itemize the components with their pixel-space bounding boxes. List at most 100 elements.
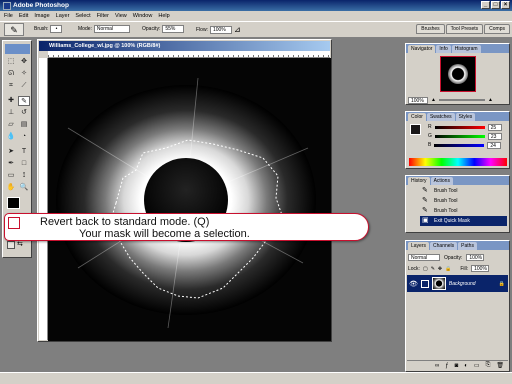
new-group-icon[interactable]: ▭ [474, 362, 480, 369]
layer-lock-icon: 🔒 [498, 280, 505, 287]
gradient-tool-icon[interactable]: ▤ [18, 120, 30, 130]
eraser-tool-icon[interactable]: ▱ [5, 120, 17, 130]
lasso-tool-icon[interactable]: ᘏ [5, 69, 17, 79]
move-tool-icon[interactable]: ✥ [18, 57, 30, 67]
menu-layer[interactable]: Layer [56, 13, 70, 19]
tab-brushes[interactable]: Brushes [416, 24, 445, 34]
color-b-label: B [428, 142, 432, 148]
lock-all-icon[interactable]: 🔒 [445, 266, 451, 272]
lock-image-icon[interactable]: ✎ [431, 266, 435, 272]
lock-transparency-icon[interactable]: ▢ [423, 266, 428, 272]
blue-value-field[interactable]: 24 [487, 142, 502, 149]
healing-brush-tool-icon[interactable]: ✚ [5, 96, 17, 106]
opacity-field[interactable]: 55% [162, 25, 185, 33]
menu-window[interactable]: Window [133, 13, 153, 19]
menu-select[interactable]: Select [75, 13, 90, 19]
hand-tool-icon[interactable]: ✋ [5, 183, 17, 193]
maximize-button[interactable]: □ [491, 1, 500, 9]
airbrush-icon[interactable]: ⊿ [234, 25, 241, 34]
layer-mask-icon[interactable]: ◙ [455, 363, 459, 369]
menu-help[interactable]: Help [158, 13, 169, 19]
tab-channels[interactable]: Channels [430, 242, 458, 250]
marquee-tool-icon[interactable]: ⬚ [5, 57, 17, 67]
dodge-tool-icon[interactable]: ◔ [18, 132, 30, 142]
vertical-ruler[interactable] [39, 58, 48, 340]
brush-tool-icon[interactable]: ✎ [18, 96, 30, 106]
foreground-color-swatch[interactable] [7, 197, 20, 209]
green-slider[interactable] [434, 135, 485, 138]
menu-edit[interactable]: Edit [19, 13, 28, 19]
notes-tool-icon[interactable]: ▭ [5, 171, 17, 181]
tool-preset-picker[interactable]: ✎ [4, 23, 24, 36]
zoom-tool-icon[interactable]: 🔍 [18, 183, 30, 193]
tab-comps[interactable]: Comps [484, 24, 510, 34]
tab-paths[interactable]: Paths [458, 242, 477, 250]
path-selection-tool-icon[interactable]: ➤ [5, 147, 17, 157]
zoom-in-icon[interactable]: ▲ [488, 97, 493, 103]
blur-tool-icon[interactable]: 💧 [5, 132, 17, 142]
mode-select[interactable]: Normal [93, 25, 130, 33]
color-spectrum-ramp[interactable] [409, 158, 507, 166]
history-item[interactable]: ✎ Brush Tool [420, 196, 507, 206]
menu-file[interactable]: File [4, 13, 13, 19]
horizontal-ruler[interactable] [48, 51, 330, 58]
eyedropper-tool-icon[interactable]: ⟟ [18, 171, 30, 181]
navigator-zoom-field[interactable]: 100% [408, 96, 428, 104]
new-layer-icon[interactable]: ⎘ [486, 362, 491, 369]
layer-opacity-field[interactable]: 100% [466, 254, 485, 261]
fill-field[interactable]: 100% [471, 265, 490, 272]
color-r-label: R [428, 124, 432, 130]
magic-wand-tool-icon[interactable]: ✧ [18, 69, 30, 79]
crop-tool-icon[interactable]: ⌗ [5, 81, 17, 91]
layer-row-background[interactable]: 👁 Background 🔒 [407, 275, 508, 292]
brush-picker[interactable]: • [50, 25, 63, 33]
delete-layer-icon[interactable]: 🗑 [496, 362, 504, 369]
tab-color[interactable]: Color [408, 113, 426, 121]
zoom-out-icon[interactable]: ▲ [431, 97, 436, 103]
history-item-selected[interactable]: ▣ Exit Quick Mask [420, 216, 507, 226]
history-item[interactable]: ✎ Brush Tool [420, 186, 507, 196]
tab-swatches[interactable]: Swatches [426, 113, 455, 121]
menu-filter[interactable]: Filter [97, 13, 109, 19]
slice-tool-icon[interactable]: ⟋ [18, 81, 30, 91]
app-title-bar: Adobe Photoshop _ □ × [0, 0, 512, 11]
tab-actions[interactable]: Actions [430, 177, 453, 185]
red-value-field[interactable]: 25 [487, 124, 502, 131]
menu-image[interactable]: Image [34, 13, 49, 19]
fill-label: Fill: [460, 265, 469, 272]
menu-view[interactable]: View [115, 13, 127, 19]
layer-style-icon[interactable]: ƒ [445, 363, 448, 369]
minimize-button[interactable]: _ [481, 1, 490, 9]
history-brush-tool-icon[interactable]: ↺ [18, 108, 30, 118]
close-button[interactable]: × [501, 1, 510, 9]
navigator-zoom-slider[interactable] [438, 99, 485, 101]
type-tool-icon[interactable]: T [18, 147, 30, 157]
tab-navigator[interactable]: Navigator [408, 45, 436, 53]
pen-tool-icon[interactable]: ✒ [5, 159, 17, 169]
green-value-field[interactable]: 23 [487, 133, 502, 140]
brush-history-icon: ✎ [422, 197, 428, 204]
screen-mode-icon[interactable] [7, 241, 15, 249]
visibility-eye-icon[interactable]: 👁 [409, 280, 418, 288]
shape-tool-icon[interactable]: □ [18, 159, 30, 169]
lock-position-icon[interactable]: ✥ [438, 266, 442, 272]
adjustment-layer-icon[interactable]: ◐ [464, 363, 468, 369]
color-foreground-swatch[interactable] [410, 124, 421, 135]
tab-info[interactable]: Info [436, 45, 451, 53]
flow-field[interactable]: 100% [209, 25, 232, 34]
link-layers-icon[interactable]: ∞ [435, 363, 439, 369]
image-canvas[interactable] [48, 58, 331, 341]
history-item[interactable]: ✎ Brush Tool [420, 206, 507, 216]
tab-history[interactable]: History [408, 177, 430, 185]
tab-styles[interactable]: Styles [455, 113, 476, 121]
tab-histogram[interactable]: Histogram [451, 45, 481, 53]
red-slider[interactable] [434, 126, 485, 129]
tab-layers[interactable]: Layers [408, 242, 430, 250]
navigator-thumbnail[interactable] [440, 56, 476, 92]
blue-slider[interactable] [434, 144, 485, 147]
clone-stamp-tool-icon[interactable]: ⊥ [5, 108, 17, 118]
jump-to-imageready-icon[interactable]: ⇆ [17, 241, 29, 249]
tab-tool-presets[interactable]: Tool Presets [445, 24, 484, 34]
blend-mode-select[interactable]: Normal [408, 254, 440, 261]
lock-label: Lock: [408, 265, 420, 272]
